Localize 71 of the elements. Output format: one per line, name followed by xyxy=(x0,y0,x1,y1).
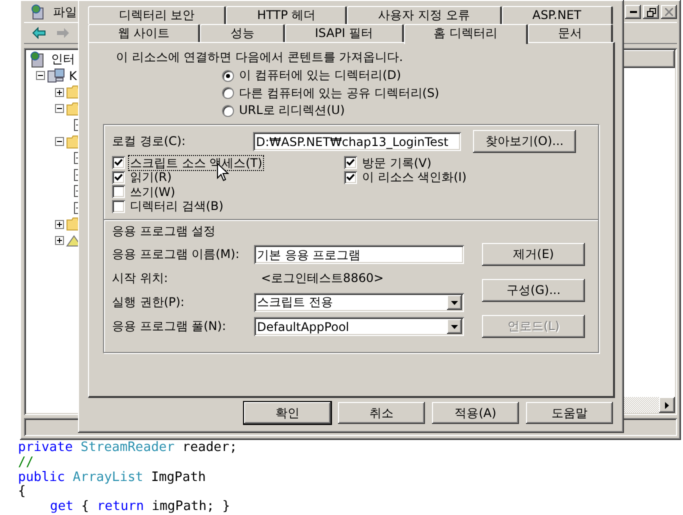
expander-icon[interactable] xyxy=(55,88,64,97)
computer-icon xyxy=(47,68,65,84)
code-line: public ArrayList ImgPath xyxy=(18,470,207,485)
caret-icon[interactable] xyxy=(451,300,458,304)
checkbox-label[interactable]: 쓰기(W) xyxy=(129,184,176,199)
tab[interactable]: 사용자 지정 오류 xyxy=(347,6,502,24)
console-icon xyxy=(30,4,46,20)
code-line: get { return imgPath; } xyxy=(49,500,232,515)
tab[interactable]: 홈 디렉터리 xyxy=(404,24,528,44)
code-line: // xyxy=(18,456,35,471)
field-label: 실행 권한(P): xyxy=(112,294,186,311)
radio-button[interactable] xyxy=(222,87,234,100)
checkbox[interactable] xyxy=(112,170,125,184)
dialog-button[interactable]: 취소 xyxy=(338,402,425,424)
intro-text: 이 리소스에 연결하면 다음에서 콘텐트를 가져옵니다. xyxy=(116,49,403,66)
checkbox[interactable] xyxy=(112,156,125,170)
tab[interactable]: ISAPI 필터 xyxy=(285,24,404,42)
tab[interactable]: 디렉터리 보안 xyxy=(88,6,226,24)
close-button[interactable] xyxy=(661,5,677,19)
checkbox-label[interactable]: 읽기(R) xyxy=(129,170,173,184)
minimize-icon[interactable] xyxy=(630,11,636,13)
tree-item[interactable]: 인터 xyxy=(51,50,75,68)
radio-button[interactable] xyxy=(222,104,234,117)
menu-item[interactable]: 파일 xyxy=(50,4,80,20)
tab[interactable]: ASP.NET xyxy=(502,6,614,24)
field-label: 로컬 경로(C): xyxy=(112,133,187,150)
browse-button[interactable]: 찾아보기(O)... xyxy=(473,130,576,153)
expander-icon[interactable] xyxy=(55,236,64,246)
checkbox-label[interactable]: 스크립트 소스 액세스(T) xyxy=(129,156,264,170)
checkbox[interactable] xyxy=(112,185,125,198)
code-line: { xyxy=(18,485,27,500)
checkbox[interactable] xyxy=(112,200,125,213)
code-line: private StreamReader reader; xyxy=(18,441,238,456)
radio-button[interactable] xyxy=(222,70,234,82)
checkbox[interactable] xyxy=(344,156,357,170)
expander-icon[interactable] xyxy=(55,220,64,229)
dialog-button[interactable]: 적용(A) xyxy=(432,402,519,424)
dialog-button[interactable]: 확인 xyxy=(244,402,331,424)
checkbox-label[interactable]: 이 리소스 색인화(I) xyxy=(361,170,468,184)
dialog-button[interactable]: 도움말 xyxy=(526,402,613,424)
radio-label[interactable]: 다른 컴퓨터에 있는 공유 디렉터리(S) xyxy=(239,84,440,102)
path-field[interactable]: D:₩ASP.NET₩chap13_LoginTest xyxy=(253,132,461,151)
expander-icon[interactable] xyxy=(55,137,64,146)
action-button[interactable]: 구성(G)... xyxy=(482,279,585,302)
field-label: 응용 프로그램 이름(M): xyxy=(112,246,240,263)
dropdown[interactable]: 스크립트 전용 xyxy=(254,293,464,312)
tab[interactable]: 문서 xyxy=(528,24,613,42)
tab[interactable]: 성능 xyxy=(200,24,286,42)
radio-label[interactable]: URL로 리디렉션(U) xyxy=(239,102,345,120)
expander-icon[interactable] xyxy=(55,104,64,114)
tree-item[interactable]: K xyxy=(69,68,77,83)
tab[interactable]: HTTP 헤더 xyxy=(226,6,348,24)
checkbox[interactable] xyxy=(344,170,357,184)
restore-button[interactable] xyxy=(643,5,659,19)
field-label: 응용 프로그램 풀(N): xyxy=(112,318,228,335)
radio-label[interactable]: 이 컴퓨터에 있는 디렉터리(D) xyxy=(239,67,402,84)
name-field[interactable]: 기본 응용 프로그램 xyxy=(254,245,464,264)
caret-icon[interactable] xyxy=(451,324,458,328)
restore-icon[interactable] xyxy=(646,8,656,16)
right-arrow-icon[interactable] xyxy=(665,402,669,408)
action-button[interactable]: 제거(E) xyxy=(482,243,585,266)
back-arrow-icon[interactable] xyxy=(32,27,46,39)
checkbox-label[interactable]: 디렉터리 검색(B) xyxy=(129,199,224,214)
checkbox-label[interactable]: 방문 기록(V) xyxy=(361,156,432,170)
dropdown[interactable]: DefaultAppPool xyxy=(254,317,464,336)
start-point-value: <로그인테스트8860> xyxy=(260,271,384,285)
minimize-button[interactable] xyxy=(625,5,641,19)
field-label: 시작 위치: xyxy=(112,270,169,287)
expander-icon[interactable] xyxy=(36,71,45,80)
tab[interactable]: 웹 사이트 xyxy=(88,24,200,42)
section-title: 응용 프로그램 설정 xyxy=(112,222,217,240)
